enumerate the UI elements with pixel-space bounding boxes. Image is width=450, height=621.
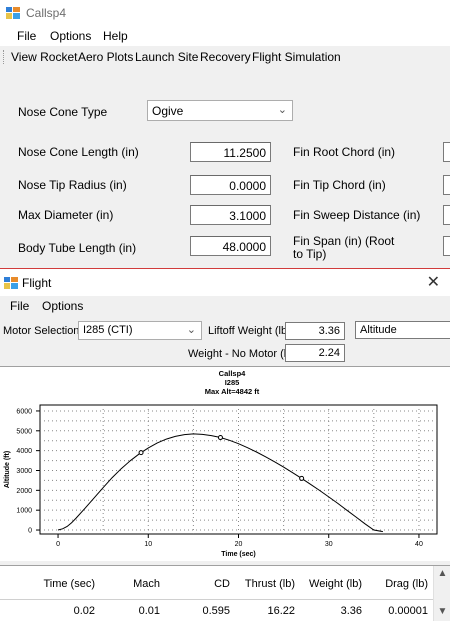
fin-tip-chord-field[interactable] xyxy=(443,175,450,195)
fin-span-label: Fin Span (in) (Root to Tip) xyxy=(293,235,394,261)
cell-drag: 0.00001 xyxy=(388,605,428,617)
cell-weight: 3.36 xyxy=(340,605,362,617)
y-tick-label: 2000 xyxy=(16,488,32,495)
main-window-title: Callsp4 xyxy=(26,6,67,20)
weight-no-motor-label: Weight - No Motor (lb) xyxy=(188,348,296,360)
main-menu-bar: File Options Help xyxy=(0,26,450,46)
nose-cone-type-select[interactable]: Ogive ⌄ xyxy=(147,100,293,121)
flight-window-title: Flight xyxy=(22,276,52,290)
main-tab-strip: View Rocket Aero Plots Launch Site Recov… xyxy=(0,46,450,68)
y-axis-label: Altitude (ft) xyxy=(4,451,11,488)
x-axis-label: Time (sec) xyxy=(221,551,256,558)
nose-cone-length-label: Nose Cone Length (in) xyxy=(18,145,139,159)
cell-thrust: 16.22 xyxy=(267,605,295,617)
max-diameter-field[interactable]: 3.1000 xyxy=(190,205,271,225)
cell-mach: 0.01 xyxy=(138,605,160,617)
scroll-down-icon[interactable]: ▼ xyxy=(434,606,450,617)
fin-span-field[interactable] xyxy=(443,236,450,256)
series-marker xyxy=(138,450,144,456)
chevron-down-icon: ⌄ xyxy=(186,324,196,336)
weight-no-motor-field[interactable]: 2.24 xyxy=(285,344,345,362)
tab-flight-simulation[interactable]: Flight Simulation xyxy=(252,50,341,64)
motor-selection-label: Motor Selection xyxy=(3,325,80,337)
nose-cone-type-label: Nose Cone Type xyxy=(18,105,108,119)
fin-root-chord-field[interactable] xyxy=(443,142,450,162)
flight-menu-bar: File Options xyxy=(0,296,450,316)
col-header-cd[interactable]: CD xyxy=(170,578,230,590)
y-tick-label: 3000 xyxy=(16,468,32,475)
close-icon[interactable]: ✕ xyxy=(427,272,440,292)
motor-selection-select[interactable]: I285 (CTI) ⌄ xyxy=(78,321,202,340)
col-header-drag[interactable]: Drag (lb) xyxy=(368,578,428,590)
flight-menu-options[interactable]: Options xyxy=(42,299,83,313)
col-header-mach[interactable]: Mach xyxy=(100,578,160,590)
tab-launch-site[interactable]: Launch Site xyxy=(135,50,198,64)
col-header-time[interactable]: Time (sec) xyxy=(30,578,95,590)
scroll-up-icon[interactable]: ▲ xyxy=(434,568,450,579)
grid-header-divider xyxy=(0,599,433,600)
flight-window: Flight ✕ File Options Motor Selection I2… xyxy=(0,268,450,621)
flight-menu-file[interactable]: File xyxy=(10,299,29,313)
chart-svg: 0 10 20 30 40 0 1000 2000 3000 4000 5000 6000 Callsp… xyxy=(4,369,438,558)
x-tick-label: 10 xyxy=(144,541,152,548)
col-header-thrust[interactable]: Thrust (lb) xyxy=(235,578,295,590)
nose-cone-length-field[interactable]: 11.2500 xyxy=(190,142,271,162)
fin-root-chord-label: Fin Root Chord (in) xyxy=(293,145,396,159)
fin-sweep-distance-label: Fin Sweep Distance (in) xyxy=(293,208,421,222)
flight-data-grid: Time (sec) Mach CD Thrust (lb) Weight (l… xyxy=(0,565,450,621)
chart-title-line: I285 xyxy=(225,378,240,387)
tab-view-rocket[interactable]: View Rocket xyxy=(11,50,77,64)
body-tube-length-field[interactable]: 48.0000 xyxy=(190,236,271,256)
menu-options[interactable]: Options xyxy=(50,29,91,43)
y-tick-label: 5000 xyxy=(16,428,32,435)
y-tick-label: 4000 xyxy=(16,448,32,455)
liftoff-weight-field[interactable]: 3.36 xyxy=(285,322,345,340)
fin-span-label-line2: to Tip) xyxy=(293,247,327,261)
main-window: Callsp4 File Options Help View Rocket Ae… xyxy=(0,0,450,268)
fin-sweep-distance-field[interactable] xyxy=(443,205,450,225)
tab-strip-grip xyxy=(3,50,4,64)
motor-selection-value: I285 (CTI) xyxy=(83,324,133,336)
fin-tip-chord-label: Fin Tip Chord (in) xyxy=(293,178,386,192)
body-tube-length-label: Body Tube Length (in) xyxy=(18,241,137,255)
nose-cone-type-value: Ogive xyxy=(152,104,184,118)
liftoff-weight-label: Liftoff Weight (lb) xyxy=(208,325,291,337)
x-tick-label: 40 xyxy=(415,541,423,548)
plot-variable-select[interactable]: Altitude xyxy=(355,321,450,339)
y-tick-label: 1000 xyxy=(16,508,32,515)
col-header-weight[interactable]: Weight (lb) xyxy=(300,578,362,590)
menu-file[interactable]: File xyxy=(17,29,36,43)
cell-time: 0.02 xyxy=(73,605,95,617)
x-tick-label: 30 xyxy=(325,541,333,548)
tab-recovery[interactable]: Recovery xyxy=(200,50,251,64)
main-title-bar[interactable]: Callsp4 xyxy=(0,0,450,26)
chart-title-line: Max Alt=4842 ft xyxy=(205,387,260,396)
series-marker xyxy=(217,435,223,441)
menu-help[interactable]: Help xyxy=(103,29,128,43)
y-tick-label: 0 xyxy=(28,528,32,535)
cell-cd: 0.595 xyxy=(202,605,230,617)
grid-vertical-scrollbar[interactable]: ▲ ▼ xyxy=(433,566,450,621)
app-icon xyxy=(6,7,20,19)
nose-tip-radius-label: Nose Tip Radius (in) xyxy=(18,178,127,192)
app-icon xyxy=(4,277,18,289)
series-marker xyxy=(299,475,305,481)
tab-aero-plots[interactable]: Aero Plots xyxy=(78,50,133,64)
x-tick-label: 20 xyxy=(235,541,243,548)
chart-title-line: Callsp4 xyxy=(219,369,247,378)
nose-tip-radius-field[interactable]: 0.0000 xyxy=(190,175,271,195)
max-diameter-label: Max Diameter (in) xyxy=(18,208,114,222)
y-tick-label: 6000 xyxy=(16,408,32,415)
flight-title-bar[interactable]: Flight ✕ xyxy=(0,269,450,296)
chevron-down-icon: ⌄ xyxy=(277,104,287,116)
flight-chart: 0 10 20 30 40 0 1000 2000 3000 4000 5000 6000 Callsp… xyxy=(0,366,450,561)
x-tick-label: 0 xyxy=(56,541,60,548)
